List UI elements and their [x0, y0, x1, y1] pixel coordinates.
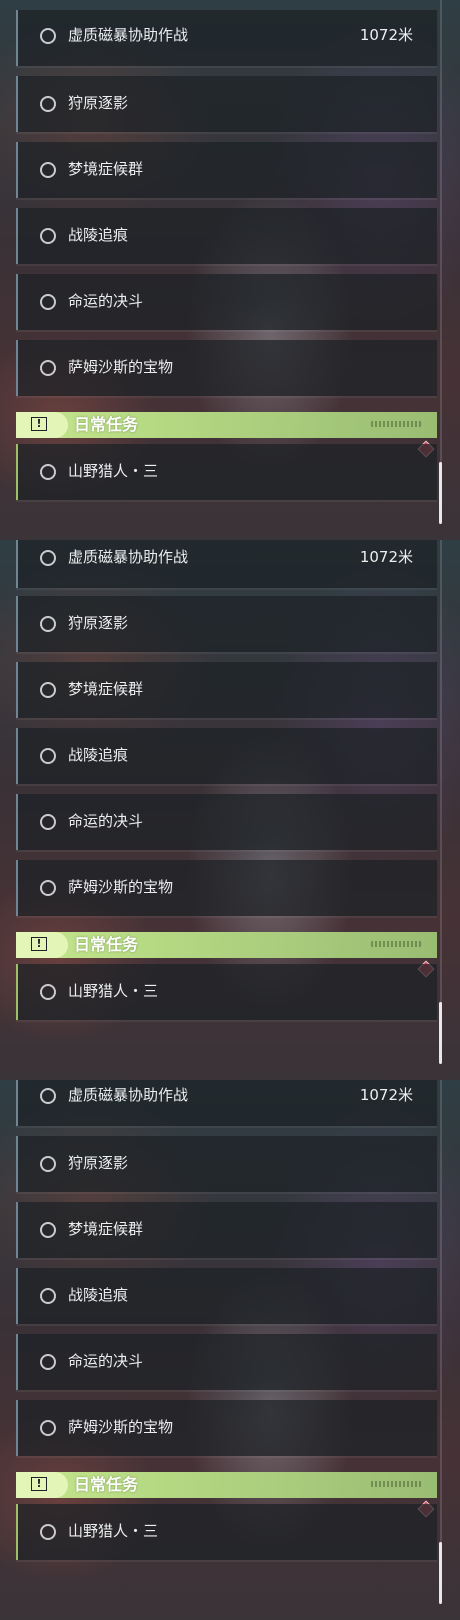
mission-row[interactable]: 虚质磁暴协助作战 1072米	[16, 540, 437, 588]
scrollbar-thumb[interactable]	[439, 1542, 442, 1604]
daily-mission-header[interactable]: ! 日常任务	[16, 1472, 437, 1498]
daily-mission-header[interactable]: ! 日常任务	[16, 412, 437, 438]
mission-row[interactable]: 狩原逐影	[16, 596, 437, 652]
daily-mission-row[interactable]: 山野猎人・三	[16, 444, 437, 500]
mission-label: 梦境症候群	[68, 1220, 144, 1238]
mission-label: 虚质磁暴协助作战	[68, 548, 189, 566]
mission-status-circle-icon	[40, 228, 56, 244]
mission-status-circle-icon	[40, 360, 56, 376]
scrollbar-track[interactable]	[440, 1080, 442, 1598]
mission-label: 萨姆沙斯的宝物	[68, 1418, 174, 1436]
mission-label: 山野猎人・三	[68, 462, 159, 480]
mission-status-circle-icon	[40, 162, 56, 178]
mission-status-circle-icon	[40, 748, 56, 764]
mission-label: 战陵追痕	[68, 746, 129, 764]
section-title: 日常任务	[74, 935, 139, 954]
exclamation-box-icon: !	[31, 937, 47, 951]
mission-row[interactable]: 战陵追痕	[16, 728, 437, 784]
mission-status-circle-icon	[40, 1420, 56, 1436]
mission-status-circle-icon	[40, 616, 56, 632]
section-badge: !	[16, 932, 68, 958]
header-decoration	[371, 421, 423, 427]
mission-label: 山野猎人・三	[68, 982, 159, 1000]
mission-status-circle-icon	[40, 294, 56, 310]
mission-row[interactable]: 命运的决斗	[16, 274, 437, 330]
mission-row[interactable]: 梦境症候群	[16, 662, 437, 718]
scrollbar-thumb[interactable]	[439, 462, 442, 524]
mission-label: 虚质磁暴协助作战	[68, 1086, 189, 1104]
mission-row[interactable]: 萨姆沙斯的宝物	[16, 860, 437, 916]
mission-row[interactable]: 战陵追痕	[16, 208, 437, 264]
scrollbar-track[interactable]	[440, 540, 442, 1058]
mission-status-circle-icon	[40, 984, 56, 1000]
mission-row[interactable]: 虚质磁暴协助作战 1072米	[16, 1080, 437, 1126]
mission-label: 狩原逐影	[68, 614, 129, 632]
mission-status-circle-icon	[40, 1288, 56, 1304]
daily-mission-row[interactable]: 山野猎人・三	[16, 964, 437, 1020]
mission-row[interactable]: 萨姆沙斯的宝物	[16, 1400, 437, 1456]
mission-status-circle-icon	[40, 814, 56, 830]
mission-status-circle-icon	[40, 464, 56, 480]
mission-row[interactable]: 狩原逐影	[16, 76, 437, 132]
mission-label: 梦境症候群	[68, 160, 144, 178]
mission-row[interactable]: 萨姆沙斯的宝物	[16, 340, 437, 396]
daily-mission-row[interactable]: 山野猎人・三	[16, 1504, 437, 1560]
mission-label: 命运的决斗	[68, 1352, 144, 1370]
mission-row[interactable]: 虚质磁暴协助作战 1072米	[16, 10, 437, 66]
mission-label: 萨姆沙斯的宝物	[68, 878, 174, 896]
mission-label: 狩原逐影	[68, 94, 129, 112]
exclamation-box-icon: !	[31, 417, 47, 431]
mission-status-circle-icon	[40, 682, 56, 698]
mission-status-circle-icon	[40, 880, 56, 896]
mission-label: 山野猎人・三	[68, 1522, 159, 1540]
mission-label: 战陵追痕	[68, 226, 129, 244]
mission-row[interactable]: 命运的决斗	[16, 794, 437, 850]
exclamation-box-icon: !	[31, 1477, 47, 1491]
mission-panel-2: 虚质磁暴协助作战 1072米 狩原逐影 梦境症候群 战陵追痕 命运的决斗 萨姆沙…	[0, 540, 460, 1080]
mission-label: 命运的决斗	[68, 292, 144, 310]
daily-mission-header[interactable]: ! 日常任务	[16, 932, 437, 958]
section-title: 日常任务	[74, 415, 139, 434]
header-decoration	[371, 941, 423, 947]
mission-row[interactable]: 命运的决斗	[16, 1334, 437, 1390]
mission-label: 虚质磁暴协助作战	[68, 26, 189, 44]
header-decoration	[371, 1481, 423, 1487]
mission-label: 战陵追痕	[68, 1286, 129, 1304]
mission-status-circle-icon	[40, 28, 56, 44]
mission-distance: 1072米	[359, 26, 413, 44]
mission-label: 萨姆沙斯的宝物	[68, 358, 174, 376]
mission-status-circle-icon	[40, 1524, 56, 1540]
section-badge: !	[16, 1472, 68, 1498]
mission-row[interactable]: 战陵追痕	[16, 1268, 437, 1324]
mission-row[interactable]: 梦境症候群	[16, 1202, 437, 1258]
mission-label: 梦境症候群	[68, 680, 144, 698]
mission-label: 狩原逐影	[68, 1154, 129, 1172]
section-badge: !	[16, 412, 68, 438]
mission-panel-3: 虚质磁暴协助作战 1072米 狩原逐影 梦境症候群 战陵追痕 命运的决斗 萨姆沙…	[0, 1080, 460, 1620]
mission-status-circle-icon	[40, 550, 56, 566]
mission-row[interactable]: 狩原逐影	[16, 1136, 437, 1192]
mission-label: 命运的决斗	[68, 812, 144, 830]
mission-distance: 1072米	[359, 548, 413, 566]
mission-status-circle-icon	[40, 96, 56, 112]
mission-distance: 1072米	[359, 1086, 413, 1104]
scrollbar-thumb[interactable]	[439, 1002, 442, 1064]
mission-status-circle-icon	[40, 1088, 56, 1104]
mission-status-circle-icon	[40, 1354, 56, 1370]
mission-status-circle-icon	[40, 1156, 56, 1172]
section-title: 日常任务	[74, 1475, 139, 1494]
scrollbar-track[interactable]	[440, 0, 442, 518]
mission-status-circle-icon	[40, 1222, 56, 1238]
mission-row[interactable]: 梦境症候群	[16, 142, 437, 198]
mission-panel-1: 虚质磁暴协助作战 1072米 狩原逐影 梦境症候群 战陵追痕 命运的决斗 萨姆沙…	[0, 0, 460, 540]
